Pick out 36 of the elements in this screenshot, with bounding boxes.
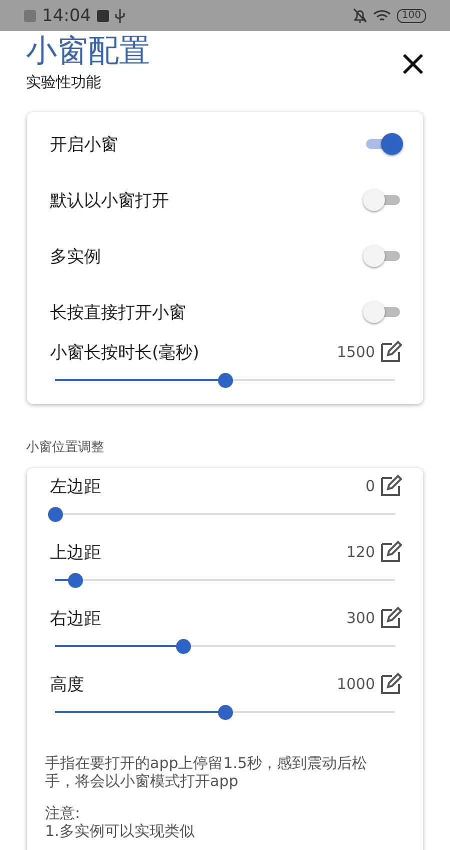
bell-off-icon [352, 8, 367, 23]
section-title: 小窗位置调整 [25, 439, 105, 457]
battery-indicator: 100 [396, 8, 426, 22]
setting-value: 0 [365, 477, 375, 495]
setting-value: 1000 [336, 675, 375, 693]
edit-icon[interactable] [379, 540, 403, 564]
edit-icon[interactable] [379, 474, 403, 498]
setting-label: 小窗长按时长(毫秒) [50, 342, 200, 364]
slider-thumb[interactable] [68, 573, 84, 588]
setting-value: 1500 [336, 343, 375, 361]
close-icon[interactable] [402, 53, 424, 75]
setting-label: 左边距 [50, 476, 102, 498]
setting-label: 多实例 [50, 246, 102, 268]
setting-label: 开启小窗 [50, 134, 119, 156]
edit-icon[interactable] [379, 340, 403, 364]
setting-label: 右边距 [50, 608, 102, 630]
setting-value: 300 [346, 609, 375, 627]
slider-thumb[interactable] [218, 705, 233, 720]
setting-label: 长按直接打开小窗 [50, 302, 187, 324]
setting-label: 上边距 [50, 542, 102, 564]
edit-icon[interactable] [379, 672, 403, 696]
note-text: 注意: [45, 804, 82, 822]
note-text: 1.多实例可以实现类似 [45, 822, 196, 840]
status-time: 14:04 [42, 6, 91, 26]
page-title: 小窗配置 [26, 32, 151, 71]
setting-label: 默认以小窗打开 [50, 190, 170, 212]
page-subtitle: 实验性功能 [26, 73, 102, 92]
setting-label: 高度 [50, 674, 85, 696]
note-text: 手指在要打开的app上停留1.5秒，感到震动后松手，将会以小窗模式打开app [45, 754, 368, 790]
wifi-icon [372, 8, 391, 22]
slider-thumb[interactable] [176, 639, 190, 654]
edit-icon[interactable] [379, 606, 403, 630]
slider-thumb[interactable] [48, 507, 63, 522]
slider-thumb[interactable] [218, 373, 233, 388]
usb-icon [115, 8, 125, 22]
setting-value: 120 [346, 543, 375, 561]
